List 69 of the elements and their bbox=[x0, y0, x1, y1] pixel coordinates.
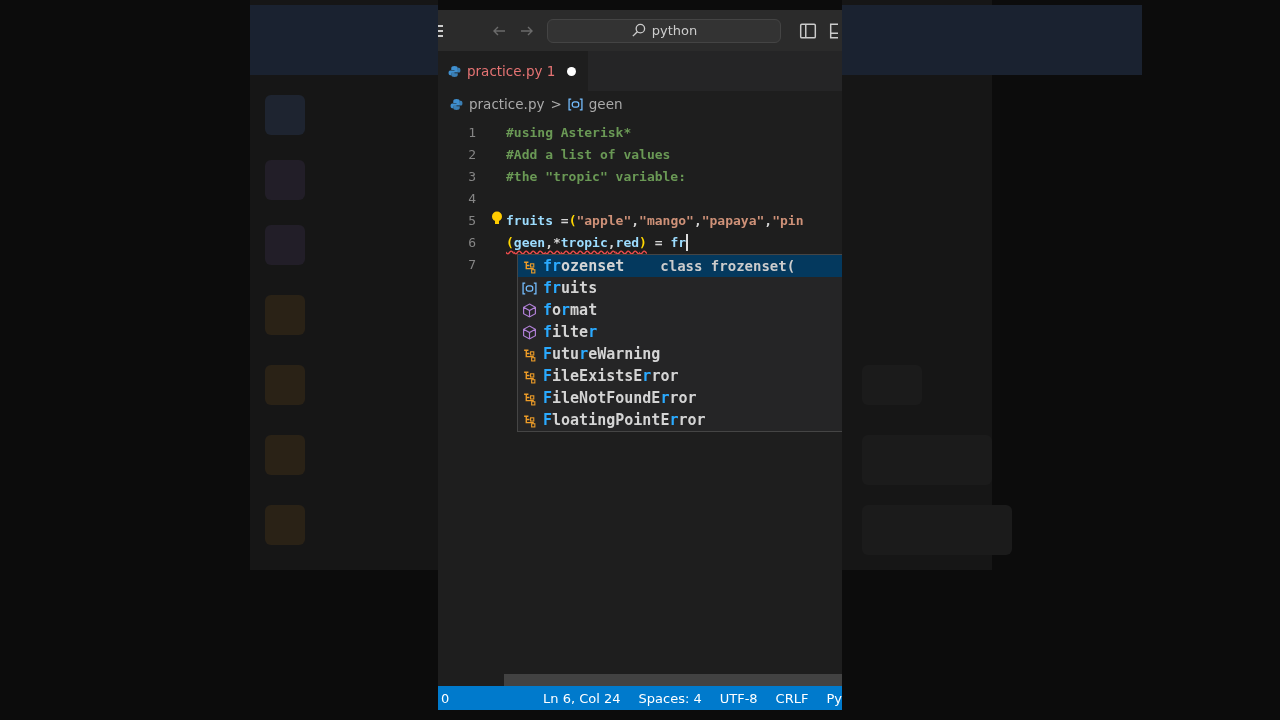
variable-icon bbox=[522, 280, 537, 296]
breadcrumb-separator: > bbox=[550, 96, 562, 112]
line-number: 1 bbox=[467, 124, 476, 140]
line-number: 6 bbox=[467, 234, 476, 250]
code-token: red bbox=[615, 234, 640, 250]
line-number: 3 bbox=[467, 168, 476, 184]
editor-tab[interactable]: practice.py 1 bbox=[438, 51, 589, 91]
code-token: fr bbox=[670, 234, 687, 250]
suggestion-item[interactable]: frozenset class frozenset( bbox=[518, 255, 842, 277]
breadcrumb-item[interactable]: practice.py bbox=[469, 96, 545, 112]
line-number: 7 bbox=[467, 256, 476, 272]
menu-icon[interactable] bbox=[438, 24, 443, 37]
python-file-icon bbox=[450, 97, 463, 111]
code-token: "papaya" bbox=[701, 212, 765, 228]
cube-icon bbox=[522, 302, 537, 318]
line-number: 2 bbox=[467, 146, 476, 162]
status-item[interactable]: Spaces: 4 bbox=[638, 690, 702, 706]
suggestion-item[interactable]: filter bbox=[518, 321, 842, 343]
panel-layout-icon[interactable] bbox=[829, 21, 838, 40]
suggestion-item[interactable]: FutureWarning bbox=[518, 343, 842, 365]
code-token: #the "tropic" variable: bbox=[506, 168, 686, 184]
code-token: = bbox=[653, 234, 664, 250]
code-token: ( bbox=[506, 234, 514, 250]
suggestion-label: FloatingPointError bbox=[543, 411, 706, 429]
status-item[interactable]: UTF-8 bbox=[719, 690, 758, 706]
split-layout-icon[interactable] bbox=[799, 21, 817, 40]
line-number: 4 bbox=[467, 190, 476, 206]
search-icon bbox=[630, 23, 646, 38]
suggestion-label: fruits bbox=[543, 279, 598, 297]
python-file-icon bbox=[448, 64, 461, 78]
code-token: ,* bbox=[545, 234, 561, 250]
variable-icon bbox=[567, 97, 583, 111]
suggestion-label: frozenset bbox=[543, 257, 625, 275]
code-token: geen bbox=[513, 234, 546, 250]
code-token: "apple" bbox=[576, 212, 632, 228]
code-token: , bbox=[607, 234, 616, 250]
code-token: ( bbox=[568, 212, 577, 228]
code-token: , bbox=[631, 212, 640, 228]
search-field[interactable]: python bbox=[547, 18, 781, 43]
suggestion-label: FutureWarning bbox=[543, 345, 661, 363]
status-item[interactable]: Py bbox=[826, 690, 842, 706]
suggestion-label: format bbox=[543, 301, 598, 319]
suggestion-label: FileExistsError bbox=[543, 367, 679, 385]
code-token: "pin bbox=[772, 212, 804, 228]
suggestion-detail: class frozenset( bbox=[660, 258, 796, 274]
code-token: fruits bbox=[506, 212, 553, 228]
line-number: 5 bbox=[467, 212, 476, 228]
status-item[interactable]: CRLF bbox=[775, 690, 809, 706]
scrollbar[interactable] bbox=[504, 674, 842, 686]
code-token: tropic bbox=[560, 234, 608, 250]
suggestion-label: FileNotFoundError bbox=[543, 389, 697, 407]
code-token: , bbox=[693, 212, 702, 228]
suggestion-item[interactable]: FileNotFoundError bbox=[518, 387, 842, 409]
suggestion-item[interactable]: FileExistsError bbox=[518, 365, 842, 387]
status-item[interactable]: Ln 6, Col 24 bbox=[543, 690, 621, 706]
status-item[interactable]: 0 bbox=[441, 690, 450, 706]
suggestion-item[interactable]: fruits bbox=[518, 277, 842, 299]
suggestion-item[interactable]: FloatingPointError bbox=[518, 409, 842, 431]
suggestion-item[interactable]: format bbox=[518, 299, 842, 321]
code-token: ) bbox=[639, 234, 647, 250]
cube-icon bbox=[522, 324, 537, 340]
code-token: , bbox=[764, 212, 773, 228]
suggestion-label: filter bbox=[543, 323, 598, 341]
lightbulb-icon[interactable] bbox=[491, 210, 503, 225]
code-token: "mango" bbox=[639, 212, 694, 228]
code-token: #Add a list of values bbox=[506, 146, 671, 162]
code-token: #using Asterisk* bbox=[506, 124, 632, 140]
breadcrumb-item[interactable]: geen bbox=[588, 96, 623, 112]
code-token: = bbox=[559, 212, 569, 228]
